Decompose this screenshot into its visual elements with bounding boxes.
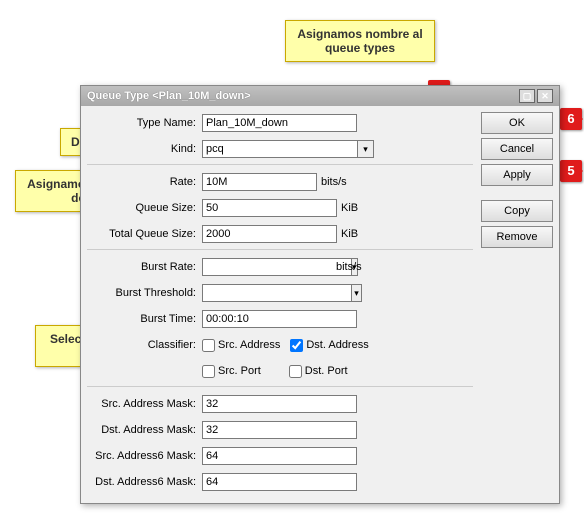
form-area: Type Name: Kind: ▾ Rate: bits/s Queue Si… — [87, 112, 481, 497]
src-address-check[interactable]: Src. Address — [202, 339, 280, 352]
queue-size-unit: KiB — [341, 202, 358, 214]
burst-time-label: Burst Time: — [87, 313, 202, 325]
queue-type-window: Queue Type <Plan_10M_down> ▢ ✕ Type Name… — [80, 85, 560, 504]
burst-time-input[interactable] — [202, 310, 357, 328]
burst-rate-input[interactable] — [202, 258, 352, 276]
burst-threshold-input[interactable] — [202, 284, 352, 302]
burst-threshold-dropdown-icon[interactable]: ▾ — [352, 284, 362, 302]
burst-threshold-label: Burst Threshold: — [87, 287, 202, 299]
marker-5: 5 — [560, 160, 582, 182]
dst-addr6-mask-input[interactable] — [202, 473, 357, 491]
button-column: OK Cancel Apply Copy Remove — [481, 112, 553, 497]
dst-addr-mask-input[interactable] — [202, 421, 357, 439]
src-addr6-mask-label: Src. Address6 Mask: — [87, 450, 202, 462]
window-minimize-button[interactable]: ▢ — [519, 89, 535, 103]
rate-unit: bits/s — [321, 176, 347, 188]
dst-addr6-mask-label: Dst. Address6 Mask: — [87, 476, 202, 488]
window-title: Queue Type <Plan_10M_down> — [87, 90, 517, 102]
src-addr-mask-input[interactable] — [202, 395, 357, 413]
cancel-button[interactable]: Cancel — [481, 138, 553, 160]
dst-address-chk-label: Dst. Address — [306, 339, 368, 351]
ok-button[interactable]: OK — [481, 112, 553, 134]
src-addr-mask-label: Src. Address Mask: — [87, 398, 202, 410]
rate-label: Rate: — [87, 176, 202, 188]
src-address-chk-label: Src. Address — [218, 339, 280, 351]
total-queue-size-unit: KiB — [341, 228, 358, 240]
src-port-chk-label: Src. Port — [218, 365, 261, 377]
remove-button[interactable]: Remove — [481, 226, 553, 248]
dst-port-chk-label: Dst. Port — [305, 365, 348, 377]
queue-size-label: Queue Size: — [87, 202, 202, 214]
window-titlebar: Queue Type <Plan_10M_down> ▢ ✕ — [81, 86, 559, 106]
window-close-button[interactable]: ✕ — [537, 89, 553, 103]
classifier-label: Classifier: — [87, 339, 202, 351]
burst-rate-unit: bits/s — [336, 261, 362, 273]
src-addr6-mask-input[interactable] — [202, 447, 357, 465]
src-port-check[interactable]: Src. Port — [202, 365, 261, 378]
total-queue-size-label: Total Queue Size: — [87, 228, 202, 240]
kind-input[interactable] — [202, 140, 358, 158]
burst-rate-label: Burst Rate: — [87, 261, 202, 273]
queue-size-input[interactable] — [202, 199, 337, 217]
dst-address-check[interactable]: Dst. Address — [290, 339, 368, 352]
rate-input[interactable] — [202, 173, 317, 191]
dst-addr-mask-label: Dst. Address Mask: — [87, 424, 202, 436]
copy-button[interactable]: Copy — [481, 200, 553, 222]
marker-6: 6 — [560, 108, 582, 130]
dst-port-check[interactable]: Dst. Port — [289, 365, 348, 378]
apply-button[interactable]: Apply — [481, 164, 553, 186]
type-name-label: Type Name: — [87, 117, 202, 129]
type-name-input[interactable] — [202, 114, 357, 132]
kind-label: Kind: — [87, 143, 202, 155]
callout-title: Asignamos nombre al queue types — [285, 20, 435, 62]
kind-dropdown-icon[interactable]: ▾ — [358, 140, 374, 158]
total-queue-size-input[interactable] — [202, 225, 337, 243]
